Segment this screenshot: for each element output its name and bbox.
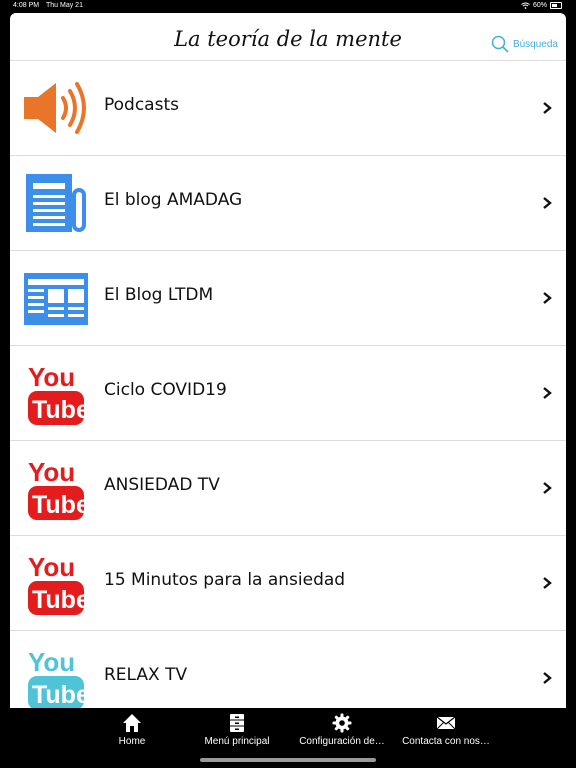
chevron-right-icon — [543, 577, 552, 589]
status-date: Thu May 21 — [46, 2, 83, 9]
list-item-label: El Blog LTDM — [104, 285, 214, 305]
tab-bar: Home Menú principal Configuración de… Co… — [0, 708, 576, 768]
list-item-blog-amadag[interactable]: El blog AMADAG — [10, 156, 566, 251]
chevron-right-icon — [543, 387, 552, 399]
status-bar: 4:08 PM Thu May 21 60% — [0, 0, 576, 13]
svg-text:You: You — [28, 647, 75, 677]
search-label: Búsqueda — [512, 38, 558, 50]
tab-label: Home — [118, 736, 146, 747]
svg-text:You: You — [28, 552, 75, 582]
search-button[interactable]: Búsqueda — [491, 35, 558, 53]
speaker-icon — [24, 82, 86, 134]
gear-icon — [332, 713, 352, 733]
list-item-15-minutos[interactable]: You Tube 15 Minutos para la ansiedad — [10, 536, 566, 631]
status-right: 60% — [521, 2, 562, 9]
chevron-right-icon — [543, 102, 552, 114]
home-indicator[interactable] — [200, 758, 376, 762]
svg-text:Tube: Tube — [32, 681, 90, 708]
tab-label: Configuración de… — [299, 736, 385, 747]
list-item-label: Ciclo COVID19 — [104, 380, 227, 400]
chevron-right-icon — [543, 482, 552, 494]
svg-text:You: You — [28, 457, 75, 487]
svg-text:Tube: Tube — [32, 396, 90, 424]
list-item-label: El blog AMADAG — [104, 190, 243, 210]
newspaper-icon — [26, 174, 86, 232]
list-item-ciclo-covid19[interactable]: You Tube Ciclo COVID19 — [10, 346, 566, 441]
tab-label: Menú principal — [204, 736, 270, 747]
list-item-label: Podcasts — [104, 95, 179, 115]
tab-configuracion[interactable]: Configuración de… — [292, 708, 392, 752]
tab-menu-principal[interactable]: Menú principal — [187, 708, 287, 752]
svg-text:You: You — [28, 362, 75, 392]
chevron-right-icon — [543, 197, 552, 209]
search-icon — [491, 35, 509, 53]
youtube-icon: You Tube — [28, 457, 90, 520]
chevron-right-icon — [543, 292, 552, 304]
app-container: La teoría de la mente Búsqueda Podcasts — [10, 13, 566, 708]
home-icon — [123, 714, 141, 732]
svg-text:Tube: Tube — [32, 491, 90, 519]
wifi-icon — [521, 2, 530, 9]
list-item-ansiedad-tv[interactable]: You Tube ANSIEDAD TV — [10, 441, 566, 536]
list-item-label: 15 Minutos para la ansiedad — [104, 570, 346, 590]
page-title: La teoría de la mente — [174, 27, 402, 51]
news-layout-icon — [24, 273, 88, 325]
battery-icon — [550, 2, 562, 9]
tab-label: Contacta con nos… — [402, 736, 490, 747]
youtube-icon: You Tube — [28, 362, 90, 425]
list-item-blog-ltdm[interactable]: El Blog LTDM — [10, 251, 566, 346]
youtube-teal-icon: You Tube — [28, 647, 90, 708]
cabinet-icon — [230, 714, 244, 732]
svg-text:Tube: Tube — [32, 586, 90, 614]
list-item-podcasts[interactable]: Podcasts — [10, 61, 566, 156]
tab-contacta[interactable]: Contacta con nos… — [396, 708, 496, 752]
list-item-relax-tv[interactable]: You Tube RELAX TV — [10, 631, 566, 708]
list-item-label: ANSIEDAD TV — [104, 475, 220, 495]
header: La teoría de la mente Búsqueda — [10, 13, 566, 61]
battery-percent: 60% — [532, 2, 547, 9]
envelope-icon — [436, 716, 456, 730]
status-time: 4:08 PM — [13, 2, 40, 9]
list-item-label: RELAX TV — [104, 665, 188, 685]
tab-home[interactable]: Home — [82, 708, 182, 752]
chevron-right-icon — [543, 672, 552, 684]
youtube-icon: You Tube — [28, 552, 90, 615]
